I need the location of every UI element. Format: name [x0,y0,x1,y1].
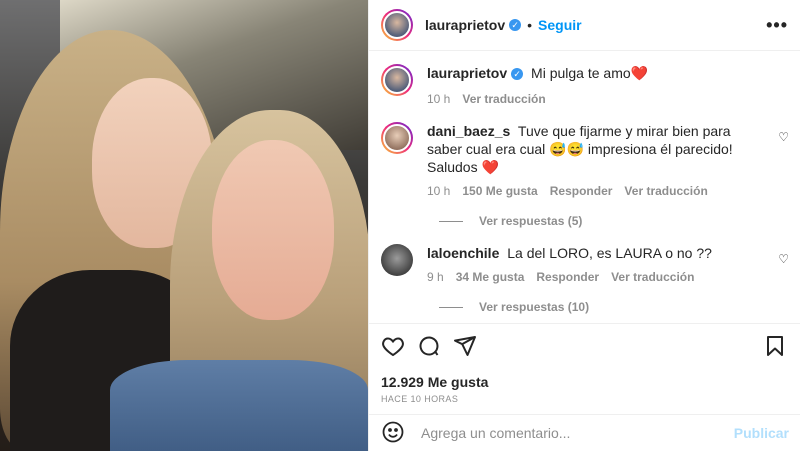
view-replies-label: Ver respuestas (10) [479,300,590,314]
heart-icon[interactable] [381,334,407,360]
likes-count[interactable]: 12.929 Me gusta [381,374,789,390]
comment-likes[interactable]: 150 Me gusta [462,182,537,200]
photo-person-right-body [110,360,368,451]
emoji-icon[interactable] [381,420,407,446]
author-avatar[interactable] [381,9,413,41]
follow-button[interactable]: Seguir [538,17,582,33]
post-comment-button[interactable]: Publicar [734,425,789,441]
comment-likes[interactable]: 34 Me gusta [456,268,525,286]
comment-avatar[interactable] [381,244,413,276]
comment-username[interactable]: laloenchile [427,245,499,261]
post-photo[interactable] [0,0,368,451]
translate-link[interactable]: Ver traducción [611,268,694,286]
comment-time: 10 h [427,184,451,198]
comment-avatar[interactable] [381,122,413,154]
comment-heart-icon[interactable]: ♡ [778,130,789,144]
post-actions: 12.929 Me gusta HACE 10 HORAS [369,323,800,404]
comment-time: 9 h [427,270,444,284]
more-icon[interactable]: ••• [766,15,788,36]
view-replies-button[interactable]: Ver respuestas (5) [439,214,789,228]
post-timestamp: HACE 10 HORAS [381,394,459,404]
comment-username[interactable]: dani_baez_s [427,123,510,139]
comment: dani_baez_s Tuve que fijarme y mirar bie… [381,122,789,200]
replies-divider [439,220,463,222]
verified-icon: ✓ [509,19,522,31]
caption-time: 10 h [427,92,451,106]
reply-button[interactable]: Responder [550,182,613,200]
caption: lauraprietov ✓ Mi pulga te amo❤️ 10 h Ver… [381,64,789,108]
bookmark-icon[interactable] [763,334,789,360]
comment: laloenchile La del LORO, es LAURA o no ?… [381,244,789,286]
comments-list[interactable]: lauraprietov ✓ Mi pulga te amo❤️ 10 h Ver… [369,52,800,324]
caption-avatar[interactable] [381,64,413,96]
caption-text: Mi pulga te amo❤️ [531,65,649,81]
caption-translate-link[interactable]: Ver traducción [462,90,545,108]
post-panel: lauraprietov ✓ • Seguir ••• lauraprietov… [368,0,800,451]
caption-username[interactable]: lauraprietov [427,65,507,81]
share-icon[interactable] [453,334,479,360]
view-replies-button[interactable]: Ver respuestas (10) [439,300,789,314]
post-header: lauraprietov ✓ • Seguir ••• [369,0,800,51]
comment-heart-icon[interactable]: ♡ [778,252,789,266]
translate-link[interactable]: Ver traducción [624,182,707,200]
comment-icon[interactable] [417,334,443,360]
add-comment-bar: Publicar [369,414,800,451]
comment-input[interactable] [421,425,734,441]
verified-icon: ✓ [511,68,524,81]
reply-button[interactable]: Responder [536,268,599,286]
replies-divider [439,306,463,308]
view-replies-label: Ver respuestas (5) [479,214,583,228]
photo-person-right-face [212,140,334,320]
separator-dot: • [527,17,533,33]
author-username[interactable]: lauraprietov [425,17,505,33]
comment-text: La del LORO, es LAURA o no ?? [507,245,712,261]
